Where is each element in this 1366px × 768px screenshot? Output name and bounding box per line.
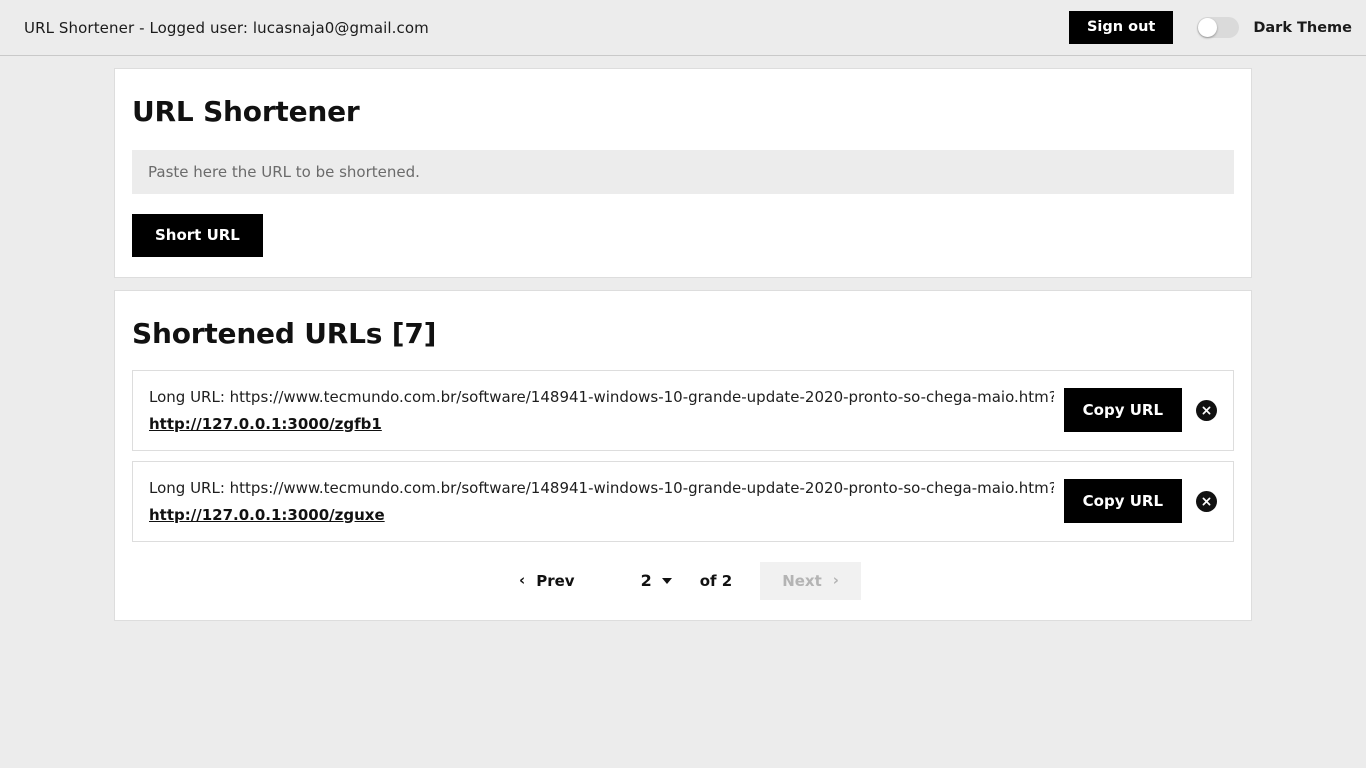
long-url-text: Long URL: https://www.tecmundo.com.br/so… (149, 478, 1054, 497)
copy-url-button[interactable]: Copy URL (1063, 387, 1182, 433)
dark-theme-toggle[interactable]: Dark Theme (1197, 17, 1352, 38)
list-item: Long URL: https://www.tecmundo.com.br/so… (132, 460, 1234, 542)
chevron-right-icon: › (832, 571, 839, 589)
short-url-link[interactable]: http://127.0.0.1:3000/zguxe (149, 503, 385, 527)
url-input[interactable] (132, 150, 1234, 194)
pagination-prev-button[interactable]: ‹ Prev (505, 562, 589, 600)
toggle-knob (1198, 18, 1218, 37)
pagination: ‹ Prev 2 of 2 Next › (132, 561, 1234, 600)
dark-theme-label: Dark Theme (1253, 19, 1352, 36)
delete-url-button[interactable] (1196, 490, 1217, 512)
page-select[interactable]: 2 (641, 571, 672, 590)
url-shortener-card: URL Shortener Short URL (114, 68, 1252, 278)
pagination-total-label: of 2 (699, 571, 733, 590)
pagination-next-label: Next (782, 571, 822, 590)
list-item-actions: Copy URL (1063, 478, 1217, 524)
toggle-track[interactable] (1197, 17, 1240, 38)
page-select-value: 2 (640, 571, 652, 590)
page-content: URL Shortener Short URL Shortened URLs [… (0, 56, 1366, 621)
shortened-urls-card: Shortened URLs [7] Long URL: https://www… (114, 289, 1252, 621)
list-item: Long URL: https://www.tecmundo.com.br/so… (132, 369, 1234, 451)
pagination-next-button[interactable]: Next › (760, 561, 861, 600)
delete-url-button[interactable] (1196, 399, 1217, 421)
pagination-prev-label: Prev (536, 571, 575, 590)
close-circle-icon (1202, 406, 1211, 414)
list-item-texts: Long URL: https://www.tecmundo.com.br/so… (149, 385, 1064, 436)
list-item-actions: Copy URL (1063, 387, 1217, 433)
app-title-logged-user: URL Shortener - Logged user: lucasnaja0@… (24, 18, 429, 37)
sign-out-button[interactable]: Sign out (1068, 10, 1174, 45)
header-actions: Sign out Dark Theme (1068, 10, 1352, 45)
list-item-texts: Long URL: https://www.tecmundo.com.br/so… (149, 476, 1064, 527)
copy-url-button[interactable]: Copy URL (1063, 478, 1182, 524)
chevron-left-icon: ‹ (519, 571, 526, 589)
close-circle-icon (1202, 497, 1211, 505)
short-url-link[interactable]: http://127.0.0.1:3000/zgfb1 (149, 412, 382, 436)
chevron-down-icon (661, 577, 672, 584)
page-title: URL Shortener (132, 95, 360, 128)
short-url-button[interactable]: Short URL (132, 214, 263, 257)
shortened-urls-title: Shortened URLs [7] (132, 316, 437, 350)
top-header-bar: URL Shortener - Logged user: lucasnaja0@… (0, 0, 1366, 56)
long-url-text: Long URL: https://www.tecmundo.com.br/so… (149, 387, 1054, 406)
